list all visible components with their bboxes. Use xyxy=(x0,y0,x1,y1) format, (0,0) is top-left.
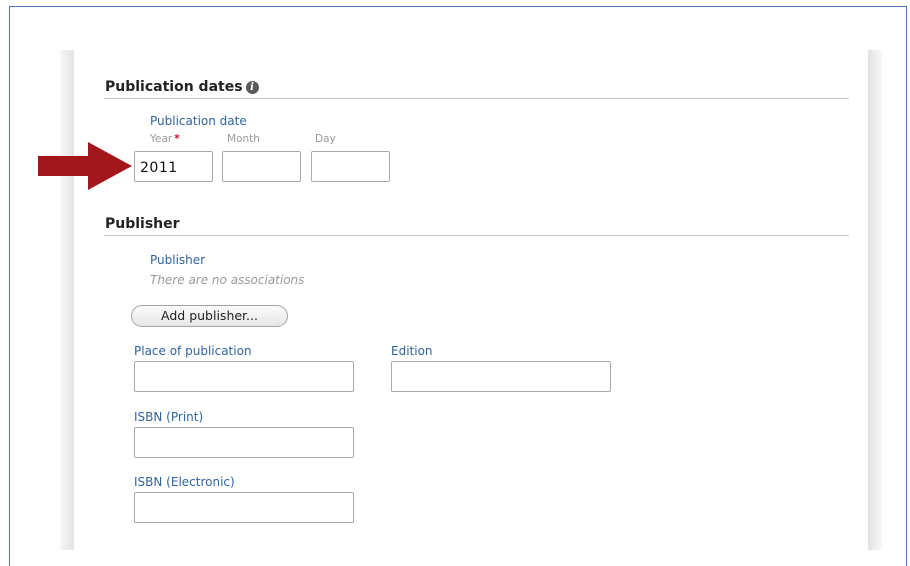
panel-shadow-right xyxy=(868,50,882,550)
day-input[interactable] xyxy=(311,151,390,182)
isbn-print-input[interactable] xyxy=(134,427,354,458)
publication-date-label: Publication date xyxy=(150,114,247,128)
panel-shadow-left xyxy=(60,50,74,550)
month-label: Month xyxy=(227,133,260,145)
add-publisher-button[interactable]: Add publisher... xyxy=(131,305,288,327)
section-divider xyxy=(104,235,849,236)
day-label: Day xyxy=(315,133,336,145)
place-of-publication-input[interactable] xyxy=(134,361,354,392)
publication-dates-title: Publication dates xyxy=(105,79,243,95)
publisher-label: Publisher xyxy=(150,253,206,267)
edition-label: Edition xyxy=(391,344,433,358)
isbn-print-label: ISBN (Print) xyxy=(134,410,204,424)
publisher-heading: Publisher xyxy=(105,216,180,232)
right-arrow-icon xyxy=(38,142,132,190)
required-marker: * xyxy=(174,133,180,145)
isbn-electronic-label: ISBN (Electronic) xyxy=(134,475,235,489)
no-associations-text: There are no associations xyxy=(150,273,305,287)
isbn-electronic-input[interactable] xyxy=(134,492,354,523)
month-input[interactable] xyxy=(222,151,301,182)
info-icon[interactable]: i xyxy=(245,81,259,94)
edition-input[interactable] xyxy=(391,361,611,392)
year-label-text: Year xyxy=(150,133,173,145)
section-divider xyxy=(104,98,849,99)
year-input[interactable]: 2011 xyxy=(134,151,213,182)
publication-dates-heading: Publication dates i xyxy=(105,79,259,95)
year-label: Year * xyxy=(150,133,180,145)
place-of-publication-label: Place of publication xyxy=(134,344,252,358)
